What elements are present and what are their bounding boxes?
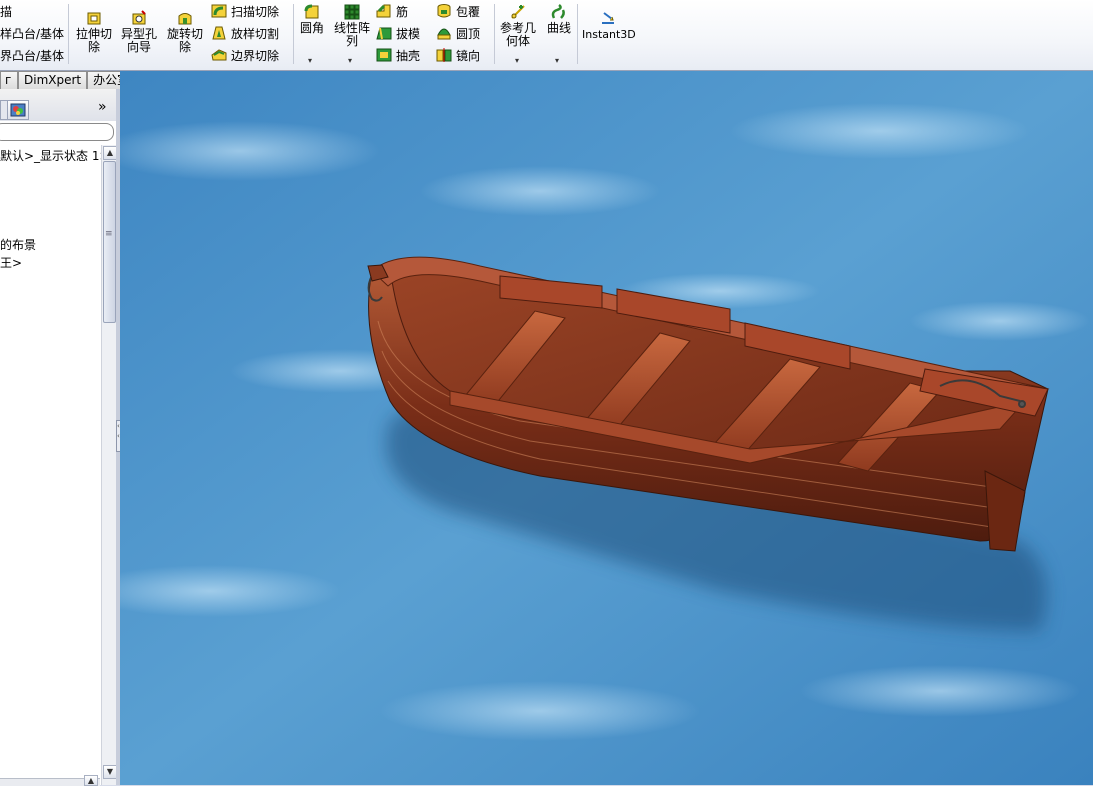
- fillet-button[interactable]: 圆角: [298, 4, 326, 35]
- toolbar-separator: [494, 4, 495, 64]
- ref-geom-dropdown-arrow[interactable]: ▾: [515, 56, 519, 65]
- loft-cut-button[interactable]: 放样切割: [211, 22, 279, 44]
- draft-label: 拔模: [396, 26, 421, 41]
- curves-button[interactable]: 曲线: [543, 4, 575, 35]
- commandmanager-toolbar: 描 样凸台/基体 界凸台/基体 拉伸切 除 异型孔 向导 旋转切 除 扫描切除 …: [0, 0, 1093, 71]
- scene-canvas: [120, 71, 1093, 785]
- shell-icon: [376, 47, 392, 63]
- toolbar-separator: [293, 4, 294, 64]
- rib-label: 筋: [396, 4, 409, 19]
- linear-pattern-label-2: 列: [345, 34, 358, 48]
- linear-pattern-label-1: 线性阵: [333, 21, 370, 35]
- fillet-icon: [304, 4, 320, 20]
- boundary-cut-label: 边界切除: [231, 48, 280, 63]
- loft-boss-label: 样凸台/基体: [0, 26, 65, 41]
- dome-label: 圆顶: [456, 26, 481, 41]
- curves-icon: [551, 4, 567, 20]
- linear-pattern-icon: [344, 4, 360, 20]
- cut-group: 扫描切除 放样切割 边界切除: [211, 0, 279, 66]
- scroll-up-button[interactable]: ▲: [103, 146, 117, 160]
- sweep-boss-label: 描: [0, 4, 13, 19]
- feature-manager-panel: » 默认>_显示状态 1>) 的布景 王> ▲ ≡ ▼: [0, 89, 117, 785]
- dome-icon: [436, 25, 452, 41]
- toolbar-separator: [68, 4, 69, 64]
- shell-label: 抽壳: [396, 48, 421, 63]
- mirror-icon: [436, 47, 452, 63]
- feature-filter-input[interactable]: [0, 123, 114, 141]
- reference-geometry-label-2: 何体: [505, 34, 530, 48]
- wrap-label: 包覆: [456, 4, 481, 19]
- curves-dropdown-arrow[interactable]: ▾: [555, 56, 559, 65]
- tab-sketch[interactable]: г: [0, 71, 18, 89]
- boss-base-group: 描 样凸台/基体 界凸台/基体: [0, 0, 64, 66]
- tree-item-display-state[interactable]: 默认>_显示状态 1>): [0, 147, 114, 164]
- sweep-cut-button[interactable]: 扫描切除: [211, 0, 279, 22]
- revolve-cut-icon: [177, 10, 193, 26]
- panel-expand-button[interactable]: »: [98, 99, 107, 115]
- panel-vertical-scrollbar[interactable]: ▲ ≡ ▼: [101, 145, 117, 785]
- reference-geometry-button[interactable]: 参考几 何体: [498, 4, 538, 48]
- hole-wizard-button[interactable]: 异型孔 向导: [118, 10, 160, 54]
- mirror-button[interactable]: 镜向: [436, 44, 480, 66]
- thumb-grip: ≡: [105, 229, 113, 239]
- hole-wizard-label-2: 向导: [126, 40, 151, 54]
- boundary-cut-icon: [211, 47, 227, 63]
- tree-item-light[interactable]: 王>: [0, 254, 22, 271]
- hole-wizard-label-1: 异型孔: [120, 27, 157, 41]
- shell-button[interactable]: 抽壳: [376, 44, 420, 66]
- instant3d-label: Instant3D: [582, 28, 636, 41]
- boundary-boss-label: 界凸台/基体: [0, 48, 65, 63]
- extrude-cut-label-1: 拉伸切: [75, 27, 112, 41]
- reference-geometry-icon: [510, 4, 526, 20]
- hole-wizard-icon: [131, 10, 147, 26]
- rib-button[interactable]: 筋: [376, 0, 420, 22]
- loft-boss-button[interactable]: 样凸台/基体: [0, 22, 64, 44]
- draft-button[interactable]: 拔模: [376, 22, 420, 44]
- fillet-label: 圆角: [299, 21, 324, 35]
- revolve-cut-label-1: 旋转切: [166, 27, 203, 41]
- wrap-icon: [436, 3, 452, 19]
- tree-item-scene[interactable]: 的布景: [0, 236, 36, 253]
- tab-dimxpert[interactable]: DimXpert: [18, 71, 88, 89]
- pattern-dropdown-arrow[interactable]: ▾: [348, 56, 352, 65]
- draft-icon: [376, 25, 392, 41]
- sweep-boss-button[interactable]: 描: [0, 0, 64, 22]
- sweep-cut-label: 扫描切除: [231, 4, 280, 19]
- curves-label: 曲线: [546, 21, 571, 35]
- panel-header: »: [0, 89, 116, 121]
- rib-icon: [376, 3, 392, 19]
- loft-cut-label: 放样切割: [231, 26, 280, 41]
- boundary-boss-button[interactable]: 界凸台/基体: [0, 44, 64, 66]
- wrap-button[interactable]: 包覆: [436, 0, 480, 22]
- scroll-thumb[interactable]: ≡: [103, 161, 116, 323]
- revolve-cut-button[interactable]: 旋转切 除: [164, 10, 206, 54]
- feature-group-1: 筋 拔模 抽壳: [376, 0, 420, 66]
- revolve-cut-label-2: 除: [178, 40, 191, 54]
- extrude-cut-label-2: 除: [87, 40, 100, 54]
- mirror-label: 镜向: [456, 48, 481, 63]
- feature-group-2: 包覆 圆顶 镜向: [436, 0, 480, 66]
- reference-geometry-label-1: 参考几: [499, 21, 536, 35]
- loft-cut-icon: [211, 25, 227, 41]
- sweep-cut-icon: [211, 3, 227, 19]
- graphics-viewport[interactable]: [120, 71, 1093, 785]
- scroll-down-button[interactable]: ▼: [103, 765, 117, 779]
- boundary-cut-button[interactable]: 边界切除: [211, 44, 279, 66]
- display-manager-tab[interactable]: [7, 100, 29, 120]
- fillet-dropdown-arrow[interactable]: ▾: [308, 56, 312, 65]
- dome-button[interactable]: 圆顶: [436, 22, 480, 44]
- toolbar-separator: [577, 4, 578, 64]
- instant3d-icon: [600, 10, 616, 26]
- instant3d-button[interactable]: Instant3D: [582, 10, 636, 41]
- extrude-cut-icon: [86, 10, 102, 26]
- display-manager-icon: [10, 102, 26, 118]
- linear-pattern-button[interactable]: 线性阵 列: [332, 4, 372, 48]
- extrude-cut-button[interactable]: 拉伸切 除: [73, 10, 115, 54]
- hscroll-up-button[interactable]: ▲: [84, 775, 98, 786]
